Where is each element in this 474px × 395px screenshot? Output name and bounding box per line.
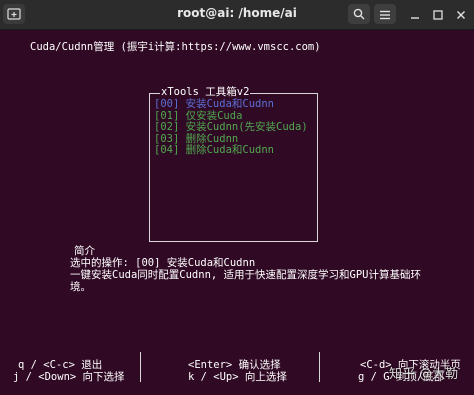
maximize-icon: [433, 5, 443, 24]
description-title: 简介: [74, 245, 95, 257]
app-header: Cuda/Cudnn管理 (振宇i计算:https://www.vmscc.co…: [30, 41, 321, 53]
dialog-title: xTools 工具箱v2: [160, 86, 251, 98]
minimize-button[interactable]: [404, 4, 426, 24]
footer-divider: [319, 352, 320, 382]
hint-confirm: <Enter> 确认选择: [188, 359, 281, 371]
menu-item-install-cudnn[interactable]: [02] 安装Cudnn(先安装Cuda): [154, 121, 308, 134]
hint-quit: q / <C-c> 退出: [18, 359, 103, 371]
watermark: 知乎 @大勒: [389, 367, 459, 382]
maximize-button[interactable]: [427, 4, 449, 24]
window-title: root@ai: /home/ai: [177, 6, 297, 20]
description-text-continued: 境。: [70, 281, 91, 293]
footer-divider: [140, 352, 141, 382]
minimize-icon: [410, 5, 420, 24]
hint-select-up: k / <Up> 向上选择: [188, 371, 287, 383]
close-icon: [456, 5, 466, 24]
menu-item-install-cuda-cudnn[interactable]: [00] 安装Cuda和Cudnn: [154, 98, 308, 111]
hint-select-down: j / <Down> 向下选择: [13, 371, 125, 383]
close-button[interactable]: [450, 4, 472, 24]
menu-button[interactable]: [374, 4, 396, 24]
search-button[interactable]: [348, 4, 370, 24]
description-text: 一键安装Cuda同时配置Cudnn, 适用于快速配置深度学习和GPU计算基础环: [70, 269, 422, 281]
search-icon: [353, 5, 365, 24]
menu-item-remove-cuda-cudnn[interactable]: [04] 删除Cuda和Cudnn: [154, 144, 308, 157]
hamburger-menu-icon: [379, 5, 391, 24]
window-titlebar: root@ai: /home/ai: [0, 0, 474, 30]
menu-list: [00] 安装Cuda和Cudnn [01] 仅安装Cuda [02] 安装Cu…: [154, 98, 308, 157]
selected-operation: 选中的操作: [00] 安装Cuda和Cudnn: [70, 257, 256, 269]
